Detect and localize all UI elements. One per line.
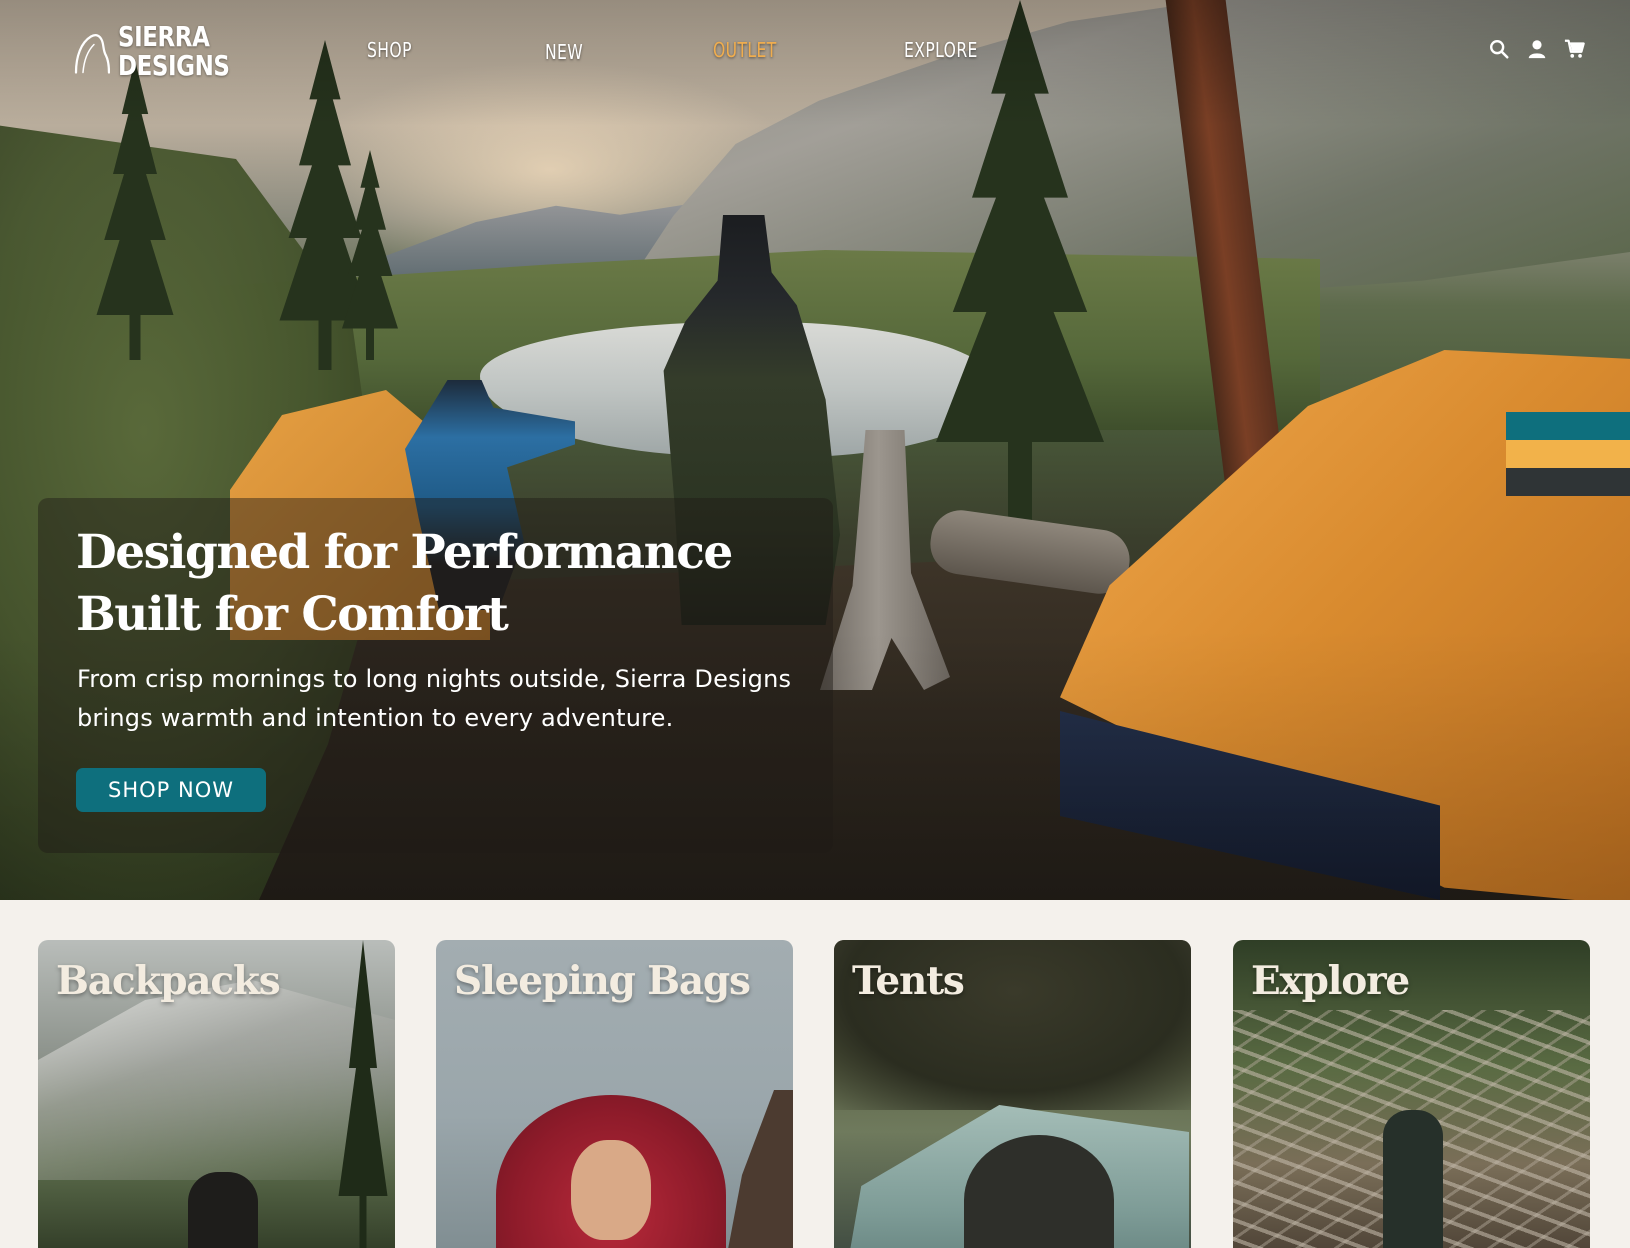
category-card-sleeping-bags[interactable]: Sleeping Bags <box>436 940 793 1248</box>
nav-explore[interactable]: EXPLORE <box>904 38 978 62</box>
stripe-charcoal <box>1506 468 1630 496</box>
hero-title-line2: Built for Comfort <box>76 587 509 642</box>
brand-name: SIERRA DESIGNS <box>118 22 230 80</box>
rock-outcrop <box>726 1090 793 1248</box>
cart-button[interactable] <box>1562 36 1588 62</box>
half-dome-logo-icon <box>74 34 110 74</box>
stripe-teal <box>1506 412 1630 440</box>
account-button[interactable] <box>1524 36 1550 62</box>
nav-outlet[interactable]: OUTLET <box>713 38 777 62</box>
brand-stripes <box>1506 412 1630 496</box>
category-card-backpacks[interactable]: Backpacks <box>38 940 395 1248</box>
nav-new[interactable]: NEW <box>545 40 583 64</box>
nav-shop[interactable]: SHOP <box>367 38 412 62</box>
category-card-tents[interactable]: Tents <box>834 940 1191 1248</box>
category-title: Sleeping Bags <box>454 958 751 1004</box>
hero-subtitle-line1: From crisp mornings to long nights outsi… <box>77 665 792 693</box>
brand-logo[interactable]: SIERRA DESIGNS <box>74 12 254 94</box>
category-title: Tents <box>852 958 965 1004</box>
brand-name-line1: SIERRA <box>117 20 210 53</box>
hero-title-line1: Designed for Performance <box>76 525 733 580</box>
hiker <box>1383 1110 1443 1248</box>
category-card-explore[interactable]: Explore <box>1233 940 1590 1248</box>
snowy-slope <box>38 980 395 1180</box>
search-icon <box>1490 40 1509 59</box>
cart-icon <box>1564 39 1585 58</box>
hero-banner: Designed for Performance Built for Comfo… <box>0 0 1630 900</box>
brand-name-line2: DESIGNS <box>117 49 230 82</box>
user-icon <box>1528 40 1546 59</box>
shop-now-button[interactable]: SHOP NOW <box>76 768 266 812</box>
category-title: Explore <box>1251 958 1410 1004</box>
stripe-gold <box>1506 440 1630 468</box>
hero-subtitle-line2: brings warmth and intention to every adv… <box>77 704 674 732</box>
hiker <box>188 1172 258 1248</box>
search-button[interactable] <box>1486 36 1512 62</box>
category-title: Backpacks <box>56 958 281 1004</box>
face <box>571 1140 651 1240</box>
hero-title: Designed for Performance Built for Comfo… <box>76 522 836 646</box>
hero-subtitle: From crisp mornings to long nights outsi… <box>77 660 837 738</box>
